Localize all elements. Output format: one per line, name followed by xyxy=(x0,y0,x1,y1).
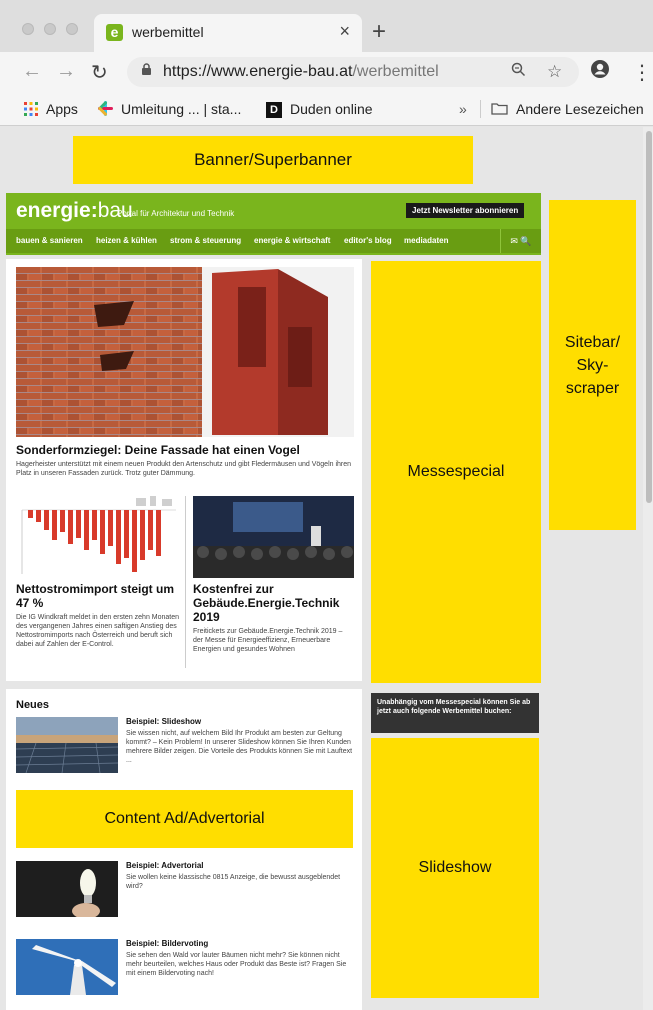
hero-article-teaser: Hagerheister unterstützt mit einem neuen… xyxy=(16,461,352,477)
bookmark-apps[interactable]: Apps xyxy=(24,101,78,119)
site-header: energie:bau Portal für Architektur und T… xyxy=(6,193,541,255)
advertorial-thumbnail[interactable] xyxy=(16,861,118,917)
minimize-window-button[interactable] xyxy=(44,23,56,35)
slideshow-ad[interactable]: Slideshow xyxy=(371,738,539,998)
nav-item-energie[interactable]: energie & wirtschaft xyxy=(254,236,330,245)
nav-item-mediadaten[interactable]: mediadaten xyxy=(404,236,448,245)
menu-kebab-icon[interactable]: ⋮ xyxy=(632,60,652,85)
neues-section: Neues Beispiel: Slideshow Sie wissen nic… xyxy=(6,689,362,1010)
nav-item-heizen[interactable]: heizen & kühlen xyxy=(96,236,157,245)
address-bar[interactable]: https://www.energie-bau.at/werbemittel ☆ xyxy=(127,57,579,87)
url-text: https://www.energie-bau.at/werbemittel xyxy=(163,63,439,80)
folder-icon xyxy=(491,102,508,118)
werbemittel-info-box: Unabhängig vom Messespecial können Sie a… xyxy=(371,693,539,733)
bookmark-star-icon[interactable]: ☆ xyxy=(547,62,562,82)
featured-articles: Sonderformziegel: Deine Fassade hat eine… xyxy=(6,259,362,681)
browser-toolbar: ← → ↻ https://www.energie-bau.at/werbemi… xyxy=(0,52,653,92)
tab-title: werbemittel xyxy=(132,24,204,40)
mail-search-icon[interactable]: ✉ 🔍 xyxy=(500,229,541,253)
bookmark-umleitung[interactable]: Umleitung ... | sta... xyxy=(98,101,241,119)
messespecial-ad[interactable]: Messespecial xyxy=(371,261,541,683)
news-item-text: Sie sehen den Wald vor lauter Bäumen nic… xyxy=(126,952,347,977)
stromimport-chart-image[interactable] xyxy=(16,496,181,578)
content-ad-advertorial[interactable]: Content Ad/Advertorial xyxy=(16,790,353,848)
left-article-teaser: Die IG Windkraft meldet in den ersten ze… xyxy=(16,614,180,648)
apps-grid-icon xyxy=(24,101,38,119)
tab-close-icon[interactable]: × xyxy=(339,21,350,42)
maximize-window-button[interactable] xyxy=(66,23,78,35)
site-tagline: Portal für Architektur und Technik xyxy=(117,209,235,218)
column-divider xyxy=(185,496,186,668)
lock-icon xyxy=(141,63,152,79)
zoom-icon[interactable] xyxy=(511,62,526,82)
news-item-text: Sie wollen keine klassische 0815 Anzeige… xyxy=(126,874,341,890)
sitebar-skyscraper-ad[interactable]: Sitebar/ Sky- scraper xyxy=(549,200,636,530)
duden-icon: D xyxy=(266,102,282,119)
bookmark-duden[interactable]: D Duden online xyxy=(266,101,373,119)
right-article-title[interactable]: Kostenfrei zur Gebäude.Energie.Technik 2… xyxy=(193,582,354,624)
site-navigation: bauen & sanieren heizen & kühlen strom &… xyxy=(6,229,541,253)
bookmarks-divider xyxy=(480,100,481,118)
news-item-text: Sie wissen nicht, auf welchem Bild Ihr P… xyxy=(126,730,353,764)
forward-arrow-icon[interactable]: → xyxy=(56,60,76,83)
bookmark-other-folder[interactable]: Andere Lesezeichen xyxy=(491,101,644,118)
bookmarks-overflow-button[interactable]: » xyxy=(459,101,467,117)
nav-item-strom[interactable]: strom & steuerung xyxy=(170,236,241,245)
back-arrow-icon[interactable]: ← xyxy=(22,60,42,83)
hero-article-image[interactable] xyxy=(16,267,354,437)
slideshow-thumbnail[interactable] xyxy=(16,717,118,773)
site-favicon-icon: e xyxy=(106,24,123,41)
bookmarks-bar: Apps Umleitung ... | sta... D Duden onlin… xyxy=(0,92,653,126)
news-item-title[interactable]: Beispiel: Bildervoting xyxy=(126,939,208,948)
scrollbar-thumb[interactable] xyxy=(646,131,652,503)
neues-heading: Neues xyxy=(16,699,50,711)
right-article-teaser: Freitickets zur Gebäude.Energie.Technik … xyxy=(193,628,343,653)
slack-icon xyxy=(98,101,113,119)
profile-icon[interactable] xyxy=(590,59,610,85)
bildervoting-thumbnail[interactable] xyxy=(16,939,118,995)
site-logo[interactable]: energie:bau xyxy=(16,199,133,223)
news-item-title[interactable]: Beispiel: Advertorial xyxy=(126,861,204,870)
hero-article-title[interactable]: Sonderformziegel: Deine Fassade hat eine… xyxy=(16,443,300,457)
banner-superbanner-ad[interactable]: Banner/Superbanner xyxy=(73,136,473,184)
conference-article-image[interactable] xyxy=(193,496,354,578)
web-page: Banner/Superbanner Sitebar/ Sky- scraper… xyxy=(0,127,653,1010)
nav-item-bauen[interactable]: bauen & sanieren xyxy=(16,236,83,245)
new-tab-button[interactable]: + xyxy=(372,18,386,46)
reload-icon[interactable]: ↻ xyxy=(91,60,108,85)
nav-item-blog[interactable]: editor's blog xyxy=(344,236,392,245)
close-window-button[interactable] xyxy=(22,23,34,35)
news-item-title[interactable]: Beispiel: Slideshow xyxy=(126,717,201,726)
newsletter-button[interactable]: Jetzt Newsletter abonnieren xyxy=(406,203,525,218)
left-article-title[interactable]: Nettostromimport steigt um 47 % xyxy=(16,582,181,610)
